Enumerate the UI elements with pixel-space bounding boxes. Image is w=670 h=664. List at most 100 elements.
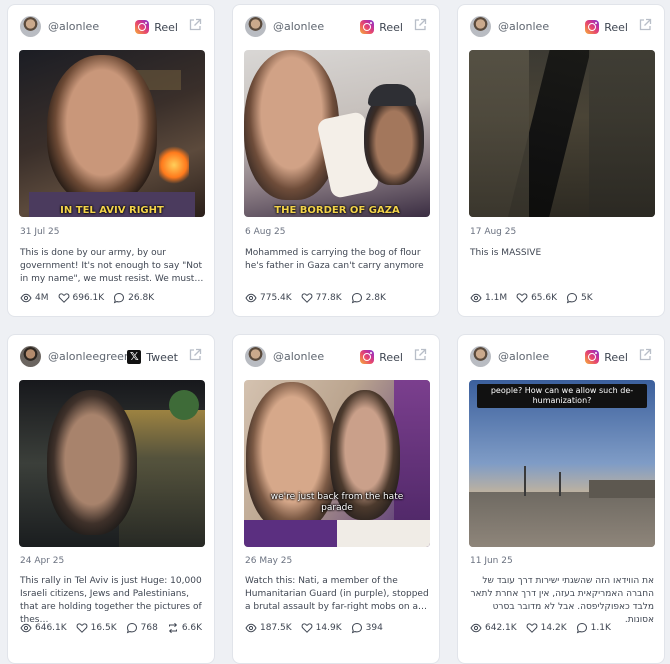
repost-icon: [168, 622, 177, 634]
card-header: @alonlee Reel: [245, 16, 427, 38]
views-stat: 646.1K: [20, 622, 67, 634]
platform-badge: Reel: [585, 347, 628, 367]
card-header: @alonlee Reel: [470, 16, 652, 38]
comment-icon: [126, 622, 137, 634]
person-face: [47, 390, 137, 535]
views-stat: 4M: [20, 292, 49, 304]
platform-badge: Reel: [585, 17, 628, 37]
eye-icon: [470, 623, 482, 633]
avatar[interactable]: [245, 16, 266, 37]
post-card[interactable]: @alonleegreen 𝕏 Tweet 24 Apr 25 This ral…: [7, 334, 215, 664]
post-card[interactable]: @alonlee Reel people? How can we allow s…: [457, 334, 665, 664]
comments-stat: 394: [351, 622, 383, 634]
author-handle[interactable]: @alonleegreen: [48, 350, 131, 363]
engagement-stats: 646.1K 16.5K 768 6.6K: [20, 622, 202, 634]
avatar[interactable]: [20, 346, 41, 367]
comments-stat: 26.8K: [113, 292, 154, 304]
platform-label: Reel: [379, 350, 403, 364]
post-card[interactable]: @alonlee Reel THE BORDER OF GAZA 6 Aug 2…: [232, 4, 440, 317]
avatar[interactable]: [470, 346, 491, 367]
post-text: This is done by our army, by our governm…: [20, 248, 204, 284]
instagram-icon: [360, 350, 375, 364]
video-caption: IN TEL AVIV RIGHT: [60, 205, 164, 216]
views-stat: 187.5K: [245, 622, 292, 634]
pole: [524, 466, 526, 496]
external-link-icon[interactable]: [413, 348, 427, 362]
pole: [559, 472, 561, 496]
post-date: 24 Apr 25: [20, 556, 65, 566]
avatar[interactable]: [245, 346, 266, 367]
instagram-icon: [585, 350, 600, 364]
comments-stat: 768: [126, 622, 158, 634]
post-text: Mohammed is carrying the bog of flour he…: [245, 248, 424, 271]
post-date: 17 Aug 25: [470, 227, 517, 237]
platform-label: Tweet: [146, 350, 178, 364]
post-thumbnail[interactable]: THE BORDER OF GAZA: [244, 50, 430, 217]
buildings-left: [469, 50, 529, 217]
post-text: This is MASSIVE: [470, 248, 542, 258]
external-link-icon[interactable]: [638, 18, 652, 32]
platform-label: Reel: [604, 350, 628, 364]
likes-stat: 16.5K: [76, 622, 117, 634]
structure: [589, 480, 655, 498]
engagement-stats: 187.5K 14.9K 394: [245, 622, 383, 634]
post-thumbnail[interactable]: [19, 380, 205, 547]
author-handle[interactable]: @alonlee: [273, 20, 324, 33]
post-thumbnail[interactable]: [469, 50, 655, 217]
card-header: @alonlee Reel: [20, 16, 202, 38]
buildings-right: [589, 50, 655, 217]
instagram-icon: [585, 20, 600, 34]
instagram-icon: [135, 20, 150, 34]
eye-icon: [245, 623, 257, 633]
shirts: [244, 520, 430, 547]
views-stat: 642.1K: [470, 622, 517, 634]
card-header: @alonleegreen 𝕏 Tweet: [20, 346, 202, 368]
comment-icon: [351, 622, 362, 634]
author-handle[interactable]: @alonlee: [498, 350, 549, 363]
comment-icon: [351, 292, 362, 304]
eye-icon: [20, 623, 32, 633]
external-link-icon[interactable]: [413, 18, 427, 32]
platform-badge: Reel: [360, 347, 403, 367]
external-link-icon[interactable]: [638, 348, 652, 362]
post-card[interactable]: @alonlee Reel 17 Aug 25 This is MASSIVE …: [457, 4, 665, 317]
post-thumbnail[interactable]: we're just back from the hate parade: [244, 380, 430, 547]
views-stat: 775.4K: [245, 292, 292, 304]
heart-icon: [58, 293, 69, 303]
instagram-icon: [360, 20, 375, 34]
post-card[interactable]: @alonlee Reel we're just back from the h…: [232, 334, 440, 664]
card-header: @alonlee Reel: [470, 346, 652, 368]
platform-badge: 𝕏 Tweet: [127, 347, 178, 367]
ground: [469, 492, 655, 547]
comments-stat: 5K: [566, 292, 593, 304]
comments-stat: 2.8K: [351, 292, 386, 304]
external-link-icon[interactable]: [188, 18, 202, 32]
likes-stat: 696.1K: [58, 292, 104, 304]
platform-badge: Reel: [360, 17, 403, 37]
post-card[interactable]: @alonlee Reel IN TEL AVIV RIGHT 31 Jul 2…: [7, 4, 215, 317]
platform-label: Reel: [379, 20, 403, 34]
tree: [169, 390, 199, 420]
likes-stat: 14.2K: [526, 622, 567, 634]
author-handle[interactable]: @alonlee: [498, 20, 549, 33]
avatar[interactable]: [470, 16, 491, 37]
post-thumbnail[interactable]: IN TEL AVIV RIGHT: [19, 50, 205, 217]
post-text: This rally in Tel Aviv is just Huge: 10,…: [20, 576, 202, 625]
author-handle[interactable]: @alonlee: [273, 350, 324, 363]
comment-icon: [576, 622, 587, 634]
post-date: 26 May 25: [245, 556, 293, 566]
external-link-icon[interactable]: [188, 348, 202, 362]
heart-icon: [526, 623, 538, 633]
eye-icon: [245, 293, 257, 303]
likes-stat: 77.8K: [301, 292, 342, 304]
post-date: 6 Aug 25: [245, 227, 286, 237]
cap: [368, 84, 416, 106]
video-banner: people? How can we allow such de-humaniz…: [477, 384, 647, 408]
likes-stat: 14.9K: [301, 622, 342, 634]
author-handle[interactable]: @alonlee: [48, 20, 99, 33]
comment-icon: [114, 292, 125, 304]
likes-stat: 65.6K: [516, 292, 557, 304]
comments-stat: 1.1K: [576, 622, 611, 634]
avatar[interactable]: [20, 16, 41, 37]
post-thumbnail[interactable]: people? How can we allow such de-humaniz…: [469, 380, 655, 547]
